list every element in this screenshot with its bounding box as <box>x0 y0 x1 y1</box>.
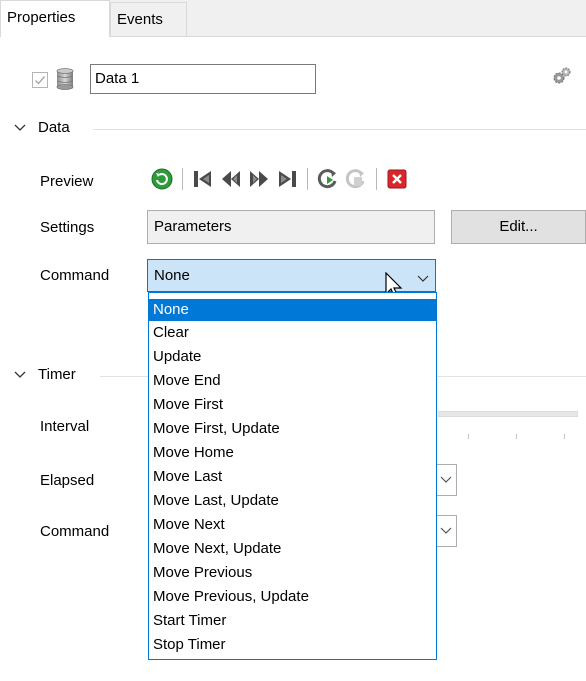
chevron-down-icon <box>14 119 28 136</box>
section-divider <box>100 376 150 377</box>
dropdown-option[interactable]: Clear <box>149 321 436 345</box>
delete-icon[interactable] <box>385 167 409 191</box>
first-record-icon[interactable] <box>191 167 215 191</box>
toolbar-separator <box>307 168 308 190</box>
preview-toolbar <box>150 166 409 192</box>
section-divider <box>93 129 586 130</box>
chevron-down-icon <box>440 476 452 483</box>
dropdown-option[interactable]: Stop Timer <box>149 633 436 657</box>
last-record-icon[interactable] <box>275 167 299 191</box>
chevron-down-icon <box>14 366 28 383</box>
command-dropdown-list: None Clear Update Move End Move First Move Fi… <box>148 292 437 660</box>
tab-properties-label: Properties <box>7 9 76 26</box>
dropdown-option[interactable]: Move End <box>149 369 436 393</box>
apply-icon[interactable] <box>316 167 340 191</box>
elapsed-label: Elapsed <box>40 472 95 489</box>
tab-events[interactable]: Events <box>110 2 187 36</box>
data-section-title: Data <box>38 119 70 136</box>
slider-tick <box>564 434 565 439</box>
toolbar-separator <box>376 168 377 190</box>
dropdown-option[interactable]: Move Last <box>149 465 436 489</box>
slider-tick <box>468 434 469 439</box>
cancel-edit-icon[interactable] <box>344 167 368 191</box>
timer-section-header[interactable]: Timer <box>14 366 76 383</box>
dropdown-option[interactable]: Move Next, Update <box>149 537 436 561</box>
dropdown-option[interactable]: Start Timer <box>149 609 436 633</box>
settings-field: Parameters <box>147 210 435 244</box>
gears-icon[interactable] <box>552 66 572 90</box>
dropdown-option[interactable]: Move Last, Update <box>149 489 436 513</box>
name-field[interactable]: Data 1 <box>90 64 316 94</box>
chevron-down-icon <box>440 527 452 534</box>
database-icon <box>56 68 74 94</box>
dropdown-option[interactable]: None <box>149 299 436 321</box>
timer-command-select[interactable] <box>437 515 457 547</box>
previous-record-icon[interactable] <box>219 167 243 191</box>
interval-label: Interval <box>40 418 90 435</box>
chevron-down-icon <box>417 270 429 287</box>
dropdown-option[interactable]: Move First, Update <box>149 417 436 441</box>
check-icon <box>35 76 46 85</box>
dropdown-option[interactable]: Move Home <box>149 441 436 465</box>
dropdown-option[interactable]: Update <box>149 345 436 369</box>
data-section-header[interactable]: Data <box>14 119 70 136</box>
tab-events-label: Events <box>117 11 163 28</box>
command-label: Command <box>40 267 110 284</box>
timer-command-label: Command <box>40 523 110 540</box>
section-divider <box>437 376 586 377</box>
timer-section-title: Timer <box>38 366 76 383</box>
settings-label: Settings <box>40 219 95 236</box>
edit-button[interactable]: Edit... <box>451 210 586 244</box>
dropdown-option[interactable]: Move Next <box>149 513 436 537</box>
refresh-icon[interactable] <box>150 167 174 191</box>
dropdown-option[interactable]: Move Previous, Update <box>149 585 436 609</box>
elapsed-select[interactable] <box>437 464 457 496</box>
enabled-checkbox[interactable] <box>32 72 48 88</box>
command-select-value: None <box>154 267 190 284</box>
slider-tick <box>516 434 517 439</box>
interval-slider[interactable] <box>438 411 578 417</box>
tab-bar: Properties Events <box>0 0 586 37</box>
tab-properties[interactable]: Properties <box>0 0 110 37</box>
dropdown-option[interactable]: Move First <box>149 393 436 417</box>
preview-label: Preview <box>40 173 94 190</box>
next-record-icon[interactable] <box>247 167 271 191</box>
dropdown-option[interactable]: Move Previous <box>149 561 436 585</box>
toolbar-separator <box>182 168 183 190</box>
